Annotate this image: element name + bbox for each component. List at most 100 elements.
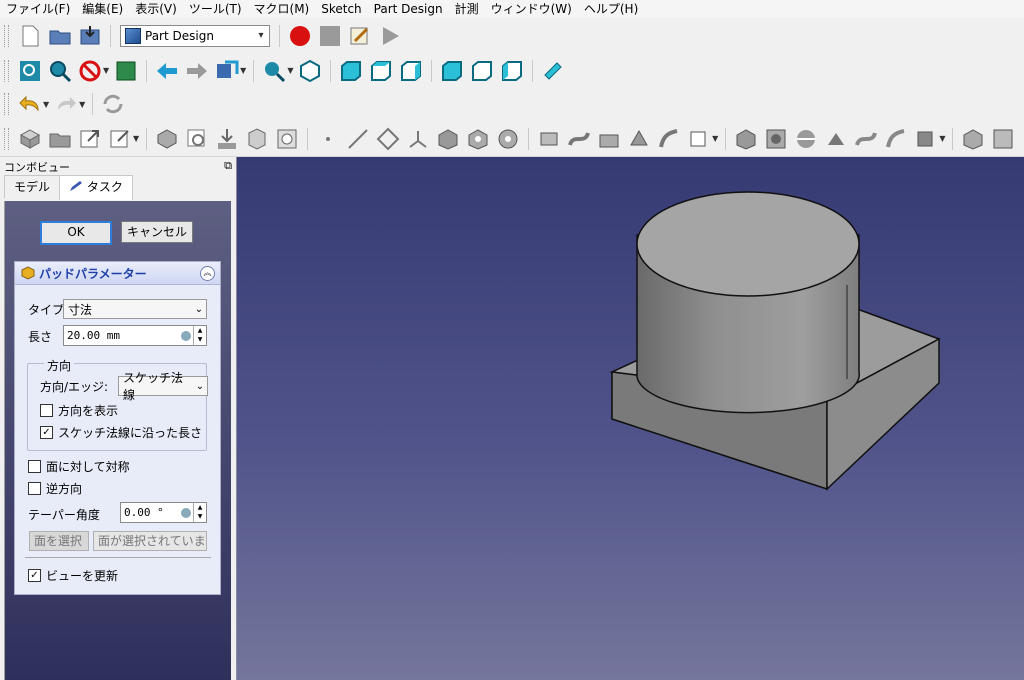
refresh-icon[interactable] xyxy=(101,92,125,116)
additive-sweep-icon[interactable] xyxy=(657,127,681,151)
reversed-checkbox[interactable]: 逆方向 xyxy=(28,480,82,497)
groove-icon[interactable] xyxy=(794,127,818,151)
local-coordinate-system-icon[interactable] xyxy=(406,127,430,151)
save-icon[interactable] xyxy=(78,24,102,48)
clone-icon[interactable] xyxy=(155,127,179,151)
chevron-down-icon[interactable]: ▼ xyxy=(43,100,49,109)
check-geometry-icon[interactable] xyxy=(275,127,299,151)
toolbar-grip[interactable] xyxy=(4,24,9,47)
subtractive-pipe-icon[interactable] xyxy=(854,127,878,151)
undo-icon[interactable] xyxy=(18,92,42,116)
forward-arrow-icon[interactable] xyxy=(185,59,209,83)
spin-buttons[interactable]: ▲ ▼ xyxy=(193,503,206,522)
create-sketch-icon[interactable] xyxy=(185,127,209,151)
subtractive-pocket-icon[interactable] xyxy=(734,127,758,151)
sync-view-icon[interactable] xyxy=(215,59,239,83)
create-part-icon[interactable] xyxy=(48,127,72,151)
datum-line-icon[interactable] xyxy=(346,127,370,151)
hole-icon[interactable] xyxy=(764,127,788,151)
run-macro-icon[interactable] xyxy=(378,24,402,48)
subtractive-primitive-icon[interactable] xyxy=(914,127,938,151)
toolbar-grip[interactable] xyxy=(4,59,9,82)
stop-macro-icon[interactable] xyxy=(318,24,342,48)
length-input[interactable]: 20.00 mm ▲ ▼ xyxy=(63,325,207,346)
3d-viewport[interactable] xyxy=(237,157,1024,680)
validate-sketch-icon[interactable] xyxy=(245,127,269,151)
expression-icon[interactable] xyxy=(181,330,191,341)
additive-shape-icon[interactable] xyxy=(627,127,651,151)
chevron-down-icon[interactable]: ▼ xyxy=(79,100,85,109)
menu-sketch[interactable]: Sketch xyxy=(315,0,367,18)
measure-ruler-icon[interactable] xyxy=(541,59,565,83)
chevron-down-icon[interactable]: ▼ xyxy=(939,134,945,143)
expression-icon[interactable] xyxy=(181,507,191,518)
symmetric-checkbox[interactable]: 面に対して対称 xyxy=(28,458,130,475)
pad-icon[interactable] xyxy=(436,127,460,151)
fit-all-icon[interactable] xyxy=(18,59,42,83)
right-view-icon[interactable] xyxy=(399,59,423,83)
chevron-down-icon[interactable]: ▼ xyxy=(712,134,718,143)
tab-model[interactable]: モデル xyxy=(4,175,61,198)
create-body-icon[interactable] xyxy=(18,127,42,151)
cancel-button[interactable]: キャンセル xyxy=(121,221,193,243)
record-macro-icon[interactable] xyxy=(288,24,312,48)
menu-window[interactable]: ウィンドウ(W) xyxy=(485,0,578,18)
type-select[interactable]: 寸法 ⌄ xyxy=(63,299,207,319)
bounding-box-icon[interactable] xyxy=(114,59,138,83)
chevron-down-icon[interactable]: ▼ xyxy=(133,134,139,143)
chevron-down-icon[interactable]: ▼ xyxy=(287,66,293,75)
along-normal-checkbox[interactable]: ✓ スケッチ法線に沿った長さ xyxy=(40,424,202,441)
shape-binder-icon[interactable] xyxy=(78,127,102,151)
menu-help[interactable]: ヘルプ(H) xyxy=(578,0,644,18)
revolution-icon[interactable] xyxy=(496,127,520,151)
update-view-checkbox[interactable]: ✓ ビューを更新 xyxy=(28,567,118,584)
draw-style-icon[interactable] xyxy=(78,59,102,83)
collapse-icon[interactable]: ︽ xyxy=(200,266,215,281)
tab-tasks[interactable]: タスク xyxy=(59,175,133,200)
chevron-down-icon[interactable]: ▼ xyxy=(240,66,246,75)
menu-measure[interactable]: 計測 xyxy=(449,0,485,18)
datum-point-icon[interactable] xyxy=(316,127,340,151)
menu-tools[interactable]: ツール(T) xyxy=(183,0,248,18)
additive-pipe-icon[interactable] xyxy=(567,127,591,151)
front-view-icon[interactable] xyxy=(339,59,363,83)
menu-part-design[interactable]: Part Design xyxy=(368,0,449,18)
show-direction-checkbox[interactable]: 方向を表示 xyxy=(40,402,118,419)
fit-selection-icon[interactable] xyxy=(48,59,72,83)
attach-sketch-icon[interactable] xyxy=(215,127,239,151)
select-face-button[interactable]: 面を選択 xyxy=(29,531,89,551)
float-icon[interactable]: ⧉ xyxy=(224,159,232,175)
ok-button[interactable]: OK xyxy=(40,221,112,245)
pad-parameters-header[interactable]: パッドパラメーター ︽ xyxy=(15,262,220,285)
subtractive-helix-icon[interactable] xyxy=(884,127,908,151)
direction-edge-select[interactable]: スケッチ法線 ⌄ xyxy=(118,371,208,402)
top-view-icon[interactable] xyxy=(369,59,393,83)
pattern-icon[interactable] xyxy=(991,127,1015,151)
rear-view-icon[interactable] xyxy=(440,59,464,83)
toolbar-grip[interactable] xyxy=(4,127,9,150)
redo-icon[interactable] xyxy=(54,92,78,116)
taper-input[interactable]: 0.00 ° ▲ ▼ xyxy=(120,502,207,523)
open-folder-icon[interactable] xyxy=(48,24,72,48)
workbench-selector[interactable]: Part Design ▾ xyxy=(120,24,270,47)
new-file-icon[interactable] xyxy=(18,24,42,48)
mirrored-icon[interactable] xyxy=(961,127,985,151)
pocket-icon[interactable] xyxy=(466,127,490,151)
toolbar-grip[interactable] xyxy=(4,93,9,115)
subtractive-loft-icon[interactable] xyxy=(824,127,848,151)
menu-edit[interactable]: 編集(E) xyxy=(76,0,129,18)
edit-macro-icon[interactable] xyxy=(348,24,372,48)
left-view-icon[interactable] xyxy=(500,59,524,83)
additive-helix-icon[interactable] xyxy=(597,127,621,151)
chevron-down-icon[interactable]: ▼ xyxy=(103,66,109,75)
additive-loft-icon[interactable] xyxy=(537,127,561,151)
menu-view[interactable]: 表示(V) xyxy=(129,0,183,18)
additive-primitive-icon[interactable] xyxy=(687,127,711,151)
sub-shape-binder-icon[interactable] xyxy=(108,127,132,151)
menu-file[interactable]: ファイル(F) xyxy=(0,0,76,18)
zoom-icon[interactable] xyxy=(262,59,286,83)
isometric-view-icon[interactable] xyxy=(298,59,322,83)
datum-plane-icon[interactable] xyxy=(376,127,400,151)
back-arrow-icon[interactable] xyxy=(155,59,179,83)
menu-macro[interactable]: マクロ(M) xyxy=(248,0,316,18)
